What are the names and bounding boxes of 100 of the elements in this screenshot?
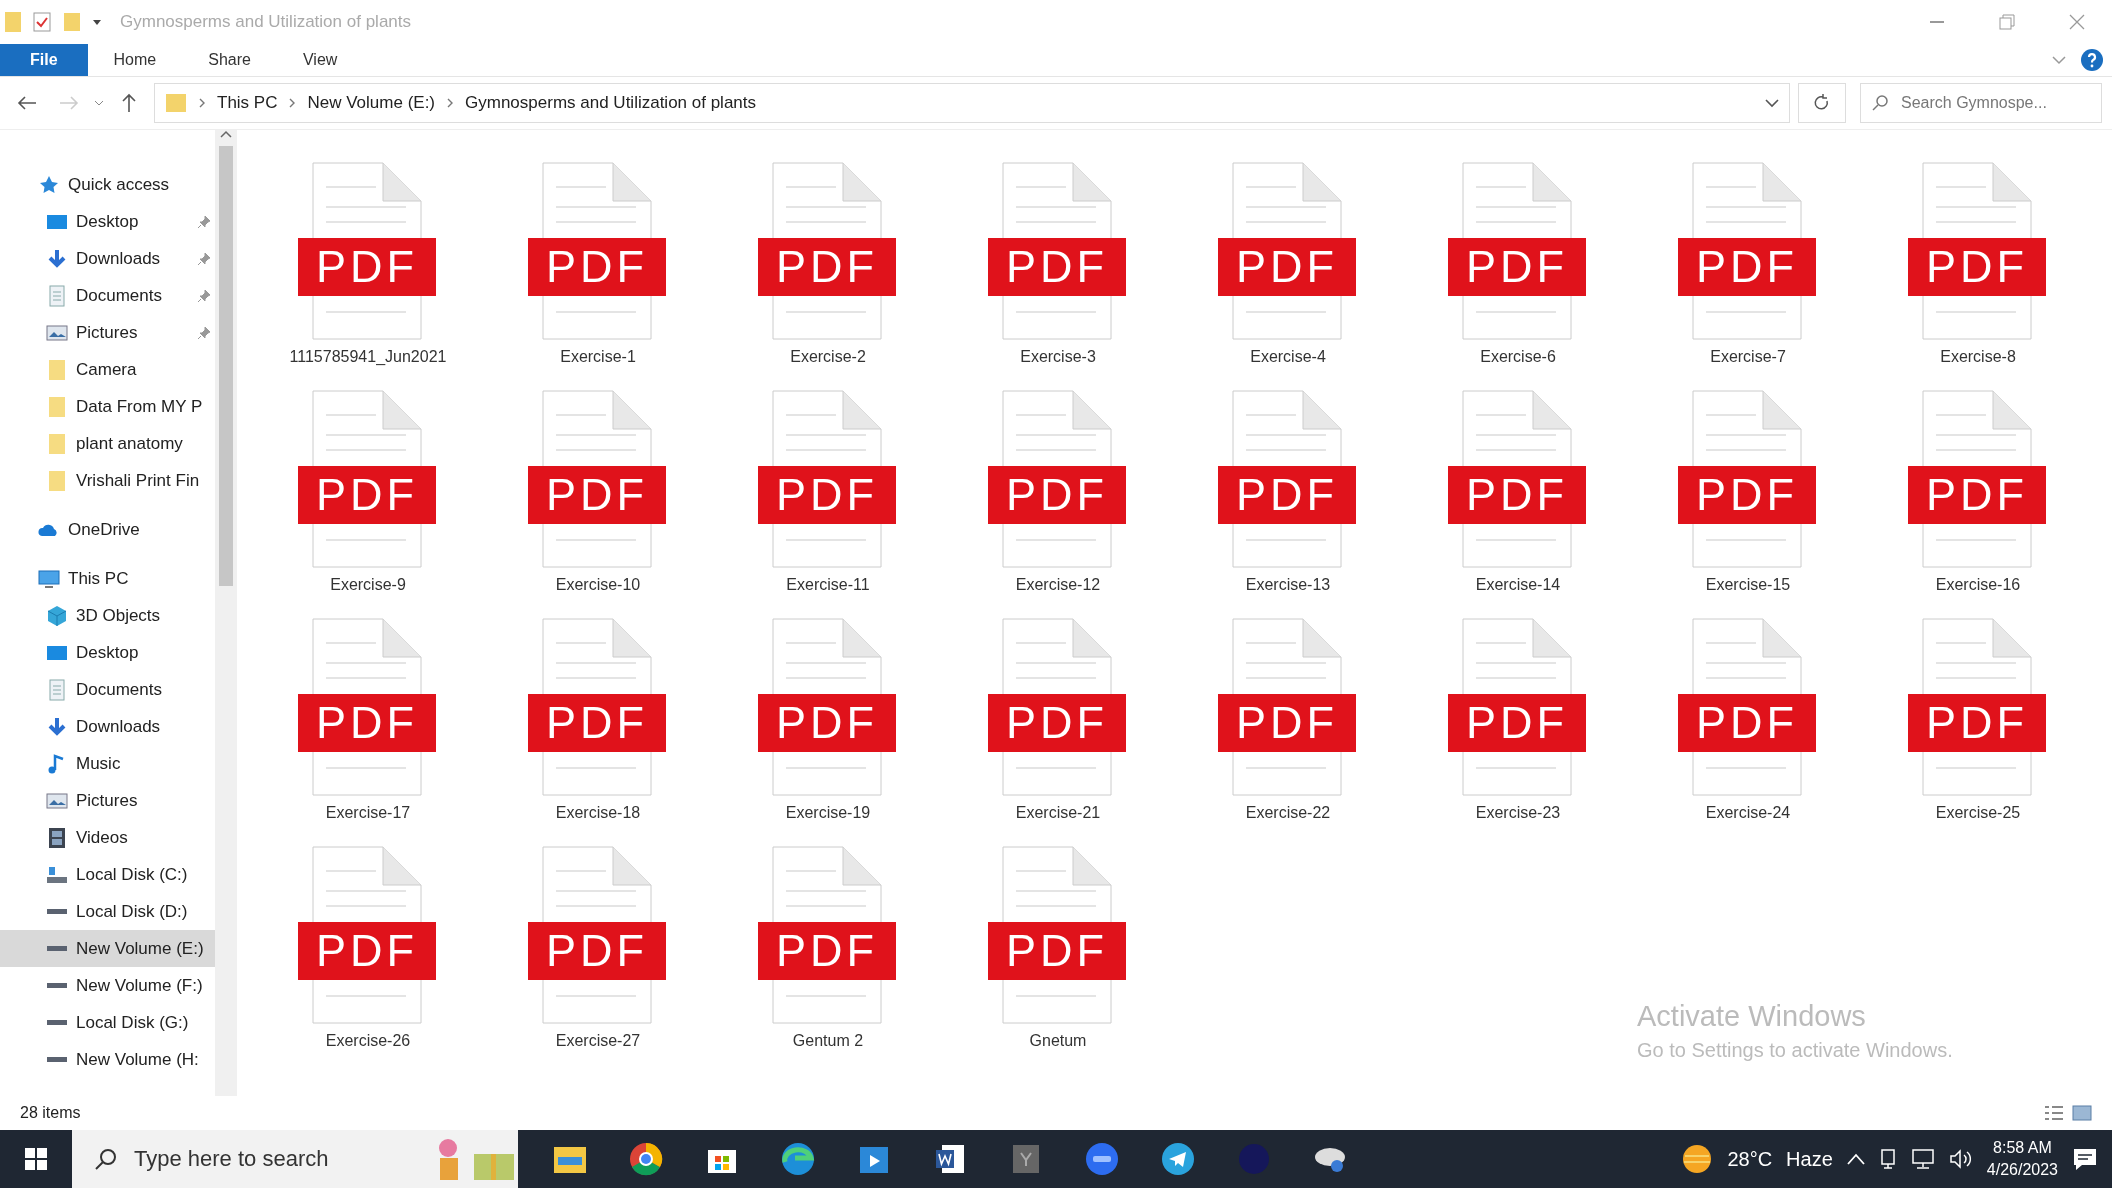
file-item[interactable]: PDF Exercise-16 [1863,384,2093,612]
file-item[interactable]: PDF Exercise-26 [253,840,483,1068]
sidebar-item[interactable]: 3D Objects [0,597,215,634]
file-item[interactable]: PDF Exercise-3 [943,156,1173,384]
file-item[interactable]: PDF Exercise-24 [1633,612,1863,840]
file-item[interactable]: PDF Exercise-27 [483,840,713,1068]
file-item[interactable]: PDF Gnetum [943,840,1173,1068]
download-icon [46,247,68,270]
pdf-badge: PDF [528,238,666,296]
notifications-icon[interactable] [2072,1146,2098,1172]
start-icon[interactable] [25,1148,47,1170]
scrollbar[interactable] [215,130,237,1096]
sidebar-item[interactable]: OneDrive [0,511,215,548]
sidebar-item[interactable]: Local Disk (D:) [0,893,215,930]
pdf-badge: PDF [758,694,896,752]
ribbon-tab[interactable]: View [276,44,364,76]
sidebar-item[interactable]: Documents [0,277,215,314]
file-item[interactable]: PDF Exercise-13 [1173,384,1403,612]
address-bar[interactable]: This PC New Volume (E:) Gymnosperms and Utilization of plants [154,83,1790,123]
ribbon-tab[interactable]: File [0,44,88,76]
file-item[interactable]: PDF Exercise-10 [483,384,713,612]
weather-sun-icon[interactable] [1681,1143,1714,1175]
file-item[interactable]: PDF Exercise-4 [1173,156,1403,384]
document-icon [46,284,68,307]
file-item[interactable]: PDF Exercise-11 [713,384,943,612]
drive-icon [46,982,68,989]
breadcrumb[interactable]: This PC [217,93,278,113]
sidebar-item[interactable]: Videos [0,819,215,856]
weather-condition[interactable]: Haze [1786,1147,1833,1171]
file-item[interactable]: PDF Exercise-1 [483,156,713,384]
details-view-icon[interactable] [2044,1105,2064,1121]
file-item[interactable]: PDF Exercise-19 [713,612,943,840]
sidebar-item[interactable]: Desktop [0,203,215,240]
file-item[interactable]: PDF Gentum 2 [713,840,943,1068]
item-count: 28 items [20,1104,81,1122]
history-dropdown-icon[interactable] [1765,98,1779,108]
refresh-button[interactable] [1798,83,1846,123]
sidebar-item[interactable]: Local Disk (C:) [0,856,215,893]
cube-icon [46,604,68,627]
network-icon[interactable] [1910,1148,1935,1170]
expand-ribbon-icon[interactable] [2052,55,2066,65]
sidebar-item[interactable]: Desktop [0,634,215,671]
file-item[interactable]: PDF Exercise-21 [943,612,1173,840]
file-item[interactable]: PDF Exercise-6 [1403,156,1633,384]
temperature[interactable]: 28°C [1727,1147,1773,1171]
sidebar-item[interactable]: Music [0,745,215,782]
sidebar-item[interactable]: Downloads [0,708,215,745]
sidebar-item[interactable]: New Volume (H: [0,1041,215,1078]
sidebar-item[interactable]: New Volume (E:) [0,930,215,967]
drive-icon [46,1019,68,1026]
computer-icon [38,567,60,590]
breadcrumb[interactable]: New Volume (E:) [307,93,435,113]
sidebar-item[interactable]: Vrishali Print Fin [0,462,215,499]
dropdown-icon[interactable] [92,17,102,27]
sidebar-item[interactable]: New Volume (F:) [0,967,215,1004]
properties-icon[interactable] [32,11,52,33]
sidebar-item[interactable]: This PC [0,560,215,597]
document-icon [46,678,68,701]
sidebar-item[interactable]: Downloads [0,240,215,277]
file-item[interactable]: PDF Exercise-2 [713,156,943,384]
volume-icon[interactable] [1948,1148,1973,1170]
close-icon[interactable] [2069,14,2085,30]
file-item[interactable]: PDF Exercise-14 [1403,384,1633,612]
search-icon [94,1147,118,1171]
file-item[interactable]: PDF Exercise-25 [1863,612,2093,840]
file-item[interactable]: PDF Exercise-18 [483,612,713,840]
help-icon[interactable] [2080,48,2104,72]
file-item[interactable]: PDF Exercise-22 [1173,612,1403,840]
scroll-up-icon[interactable] [220,130,232,138]
taskbar-search-field[interactable]: Type here to search [72,1130,518,1188]
pdf-badge: PDF [758,238,896,296]
recent-locations-icon[interactable] [94,99,104,107]
pdf-badge: PDF [988,238,1126,296]
device-icon[interactable] [1878,1148,1897,1170]
pdf-badge: PDF [988,466,1126,524]
download-icon [46,715,68,738]
file-item[interactable]: PDF Exercise-17 [253,612,483,840]
file-item[interactable]: PDF Exercise-8 [1863,156,2093,384]
sidebar-item[interactable]: Data From MY P [0,388,215,425]
show-hidden-icons-icon[interactable] [1846,1153,1865,1165]
ribbon-tab[interactable]: Home [87,44,183,76]
file-item[interactable]: PDF Exercise-23 [1403,612,1633,840]
search-box[interactable]: Search Gymnospe... [1860,83,2102,123]
sidebar-item[interactable]: Quick access [0,166,215,203]
sidebar-item[interactable]: Camera [0,351,215,388]
file-item[interactable]: PDF Exercise-7 [1633,156,1863,384]
breadcrumb[interactable]: Gymnosperms and Utilization of plants [465,93,757,113]
sidebar-item[interactable]: Pictures [0,782,215,819]
ribbon-tab[interactable]: Share [182,44,277,76]
file-item[interactable]: PDF Exercise-15 [1633,384,1863,612]
back-arrow-icon[interactable] [17,95,37,111]
sidebar-item[interactable]: Local Disk (G:) [0,1004,215,1041]
up-arrow-icon[interactable] [121,93,137,113]
file-item[interactable]: PDF Exercise-9 [253,384,483,612]
sidebar-item[interactable]: Documents [0,671,215,708]
file-item[interactable]: PDF 1115785941_Jun2021 [253,156,483,384]
file-item[interactable]: PDF Exercise-12 [943,384,1173,612]
sidebar-item[interactable]: plant anatomy [0,425,215,462]
sidebar-item[interactable]: Pictures [0,314,215,351]
clock[interactable]: 8:58 AM 4/26/2023 [1986,1137,2058,1181]
